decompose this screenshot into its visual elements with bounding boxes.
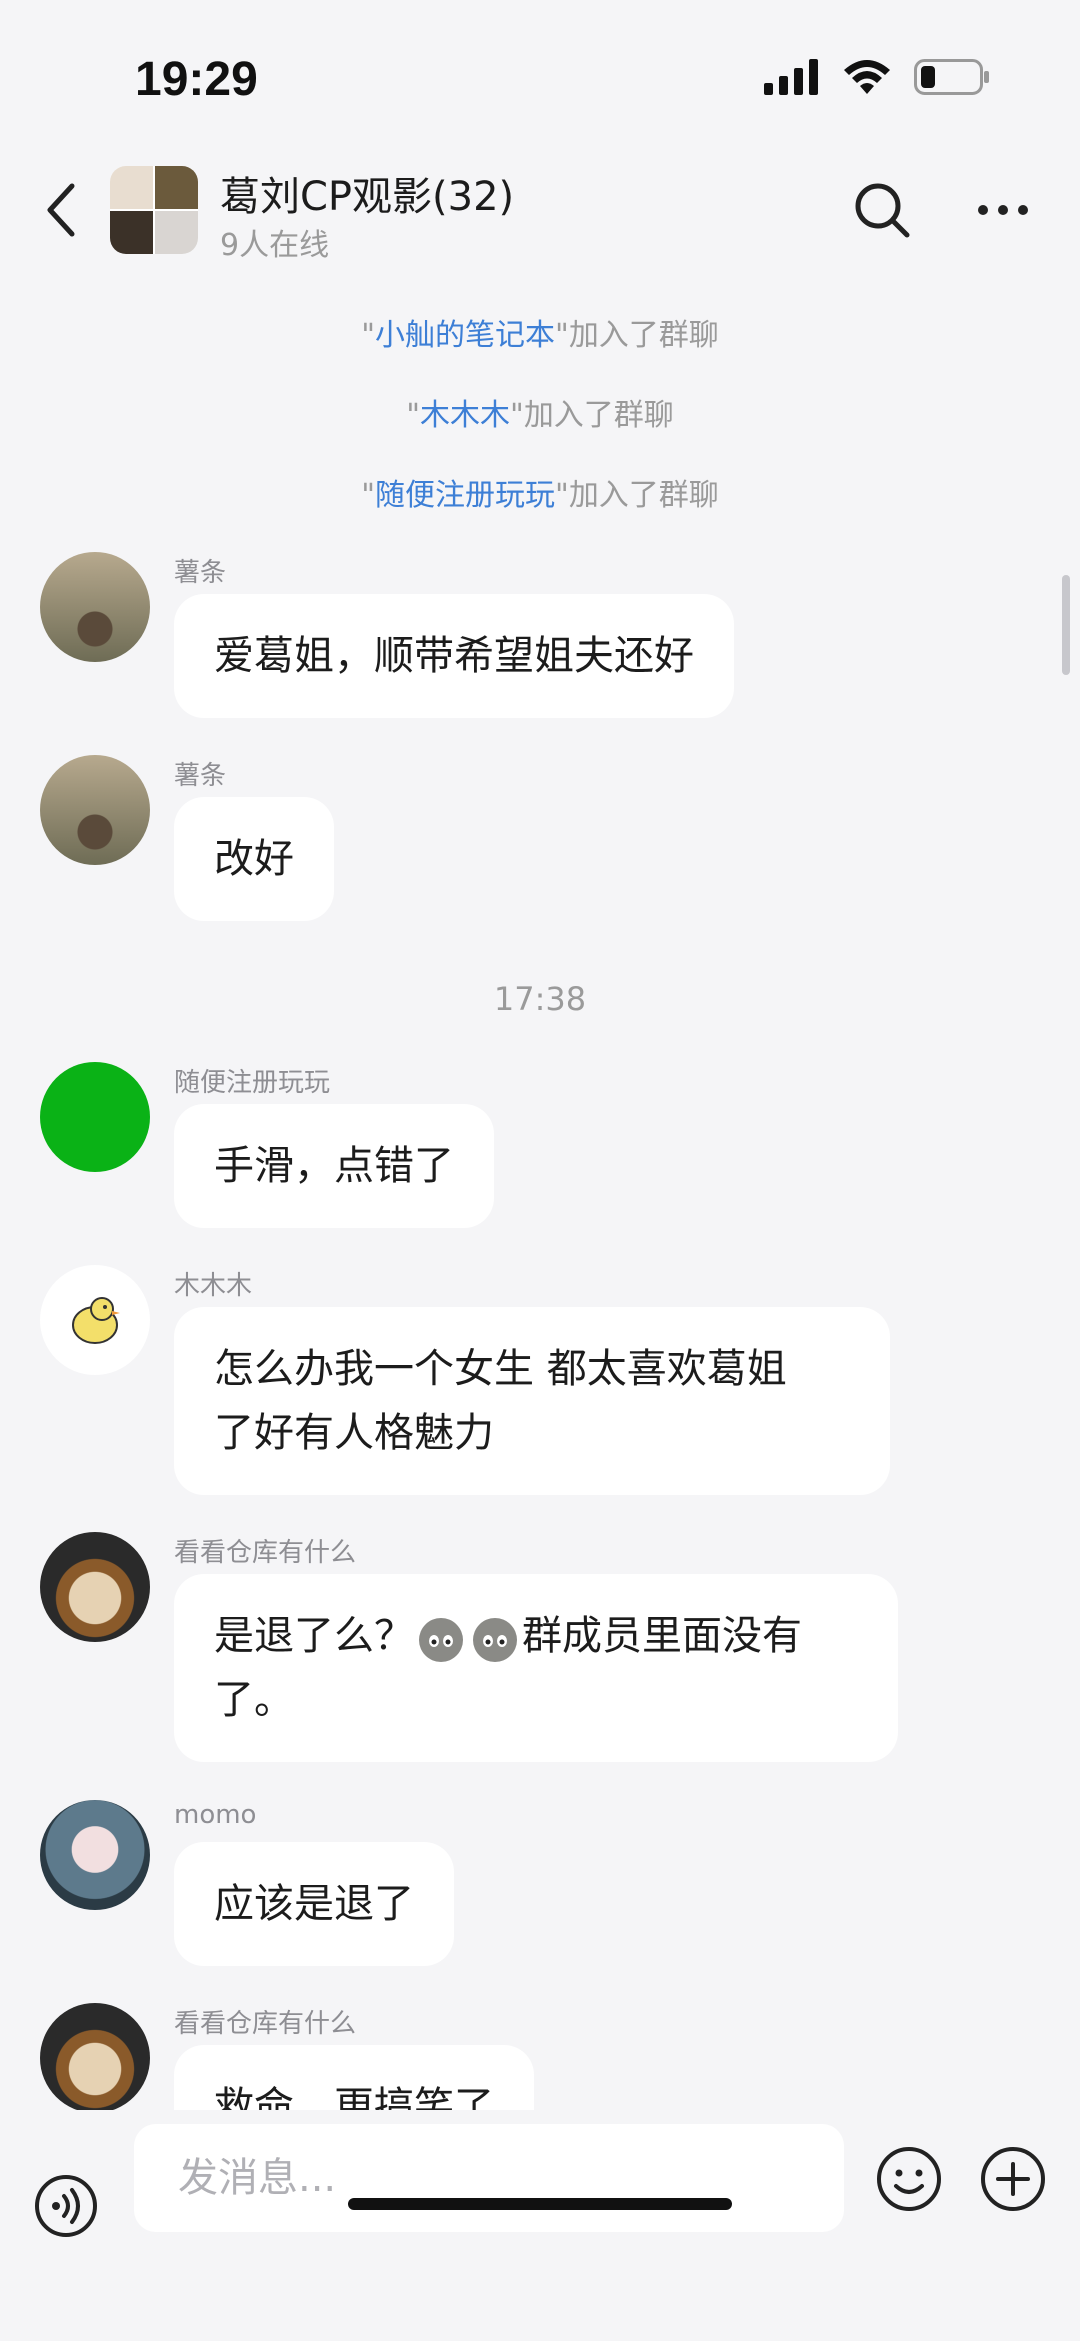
- status-bar: 19:29: [0, 0, 1080, 150]
- back-icon[interactable]: [42, 180, 82, 240]
- member-link[interactable]: 小舢的笔记本: [375, 318, 555, 353]
- sticker-face-icon: [419, 1618, 463, 1662]
- sender-name: 随便注册玩玩: [174, 1068, 331, 1098]
- home-indicator[interactable]: [348, 2198, 732, 2210]
- message-bubble[interactable]: 改好: [174, 797, 334, 921]
- plus-icon[interactable]: [980, 2146, 1046, 2212]
- sender-name: 木木木: [174, 1271, 253, 1301]
- avatar[interactable]: [40, 1532, 150, 1642]
- system-message: "小舢的笔记本"加入了群聊: [361, 318, 719, 353]
- online-count: 9人在线: [220, 228, 330, 263]
- avatar[interactable]: [40, 755, 150, 865]
- search-icon[interactable]: [852, 180, 912, 240]
- duck-icon: [72, 1297, 120, 1344]
- scroll-indicator[interactable]: [1062, 575, 1070, 675]
- message-bubble[interactable]: 是退了么？ 群成员里面没有 了。: [174, 1574, 898, 1762]
- group-avatar-tile: [155, 211, 198, 254]
- message-bubble[interactable]: 怎么办我一个女生 都太喜欢葛姐 了好有人格魅力: [174, 1307, 890, 1495]
- signal-icon: [764, 59, 818, 95]
- message-line: 了。: [214, 1677, 294, 1723]
- group-avatar-tile: [110, 211, 153, 254]
- member-link[interactable]: 木木木: [420, 398, 510, 433]
- input-bar: [0, 2110, 1080, 2341]
- sender-name: 薯条: [174, 761, 227, 791]
- sender-name: momo: [174, 1800, 257, 1830]
- avatar[interactable]: [40, 552, 150, 662]
- message-line: 怎么办我一个女生 都太喜欢葛姐: [214, 1346, 787, 1392]
- message-bubble[interactable]: 应该是退了: [174, 1842, 454, 1966]
- sender-name: 薯条: [174, 558, 227, 588]
- time-separator: 17:38: [493, 980, 587, 1018]
- chat-header: 葛刘CP观影(32) 9人在线: [0, 150, 1080, 270]
- message-input[interactable]: [134, 2124, 844, 2232]
- chat-scroll-area[interactable]: "小舢的笔记本"加入了群聊 "木木木"加入了群聊 "随便注册玩玩"加入了群聊 薯…: [0, 270, 1080, 2110]
- group-avatar-tile: [110, 166, 153, 209]
- avatar[interactable]: [40, 2003, 150, 2110]
- group-title[interactable]: 葛刘CP观影(32): [220, 164, 514, 222]
- status-time: 19:29: [135, 53, 258, 106]
- system-text: 加入了群聊: [523, 398, 674, 433]
- avatar[interactable]: [40, 1265, 150, 1375]
- message-line: 是退了么？ 群成员里面没有: [214, 1604, 858, 1668]
- group-avatar-tile: [155, 166, 198, 209]
- system-text: 加入了群聊: [568, 478, 719, 513]
- emoji-icon[interactable]: [876, 2146, 942, 2212]
- sender-name: 看看仓库有什么: [174, 1538, 357, 1568]
- message-bubble[interactable]: 救命，更搞笑了: [174, 2045, 534, 2110]
- message-bubble[interactable]: 手滑，点错了: [174, 1104, 494, 1228]
- more-icon[interactable]: [975, 200, 1031, 220]
- sender-name: 看看仓库有什么: [174, 2009, 357, 2039]
- avatar[interactable]: [40, 1062, 150, 1172]
- system-message: "木木木"加入了群聊: [406, 398, 674, 433]
- system-text: 加入了群聊: [568, 318, 719, 353]
- battery-icon: [914, 59, 989, 95]
- wifi-icon: [844, 60, 890, 94]
- message-text: 群成员里面没有: [522, 1613, 802, 1659]
- member-link[interactable]: 随便注册玩玩: [375, 478, 555, 513]
- sticker-face-icon: [473, 1618, 517, 1662]
- status-icons: [764, 58, 990, 96]
- system-message: "随便注册玩玩"加入了群聊: [361, 478, 719, 513]
- message-bubble[interactable]: 爱葛姐，顺带希望姐夫还好: [174, 594, 734, 718]
- voice-icon[interactable]: [34, 2174, 98, 2238]
- message-text: 是退了么？: [214, 1613, 414, 1659]
- avatar[interactable]: [40, 1800, 150, 1910]
- group-avatar[interactable]: [110, 166, 198, 254]
- message-line: 了好有人格魅力: [214, 1410, 494, 1456]
